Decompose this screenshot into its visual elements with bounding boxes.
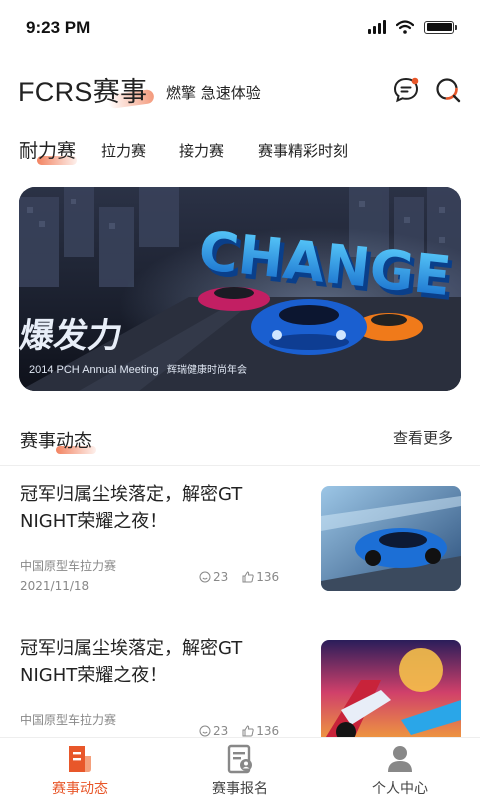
app-header: FCRS赛事 燃擎 急速体验	[0, 66, 480, 114]
message-icon[interactable]	[392, 76, 420, 104]
nav-label: 赛事报名	[212, 781, 268, 797]
news-title: 冠军归属尘埃落定，解密GT NIGHT荣耀之夜！	[20, 638, 243, 686]
tab-endurance[interactable]: 耐力赛	[19, 136, 78, 165]
status-time: 9:23 PM	[26, 18, 91, 37]
news-likes: 136	[242, 570, 279, 584]
tab-rally[interactable]: 拉力赛	[101, 140, 146, 161]
news-icon	[69, 746, 91, 772]
banner-logo-text: 爆发力	[19, 316, 125, 356]
news-likes: 136	[242, 724, 279, 738]
news-source: 中国原型车拉力赛	[20, 713, 117, 727]
news-date: 2021/11/18	[20, 579, 90, 593]
news-comments: 23	[199, 570, 228, 584]
nav-news[interactable]: 赛事动态	[0, 738, 160, 800]
news-thumbnail	[321, 486, 461, 591]
news-title: 冠军归属尘埃落定，解密GT NIGHT荣耀之夜！	[20, 484, 243, 532]
nav-label: 赛事动态	[52, 781, 108, 797]
nav-registration[interactable]: 赛事报名	[160, 738, 320, 800]
registration-icon	[227, 744, 252, 774]
status-bar: 9:23 PM	[0, 0, 480, 56]
search-icon[interactable]	[434, 76, 462, 104]
thumbs-up-icon	[242, 725, 254, 737]
news-source: 中国原型车拉力赛	[20, 559, 117, 573]
tab-relay[interactable]: 接力赛	[179, 140, 224, 161]
promo-banner[interactable]: CHANGE CHANGE 爆发力 2014 PCH Annual Meetin…	[19, 187, 461, 391]
wifi-icon	[396, 20, 414, 34]
view-more-link[interactable]: 查看更多	[393, 427, 453, 448]
news-stats: 23 136	[199, 724, 279, 738]
status-icons	[368, 20, 457, 34]
comment-icon	[199, 725, 211, 737]
banner-image: CHANGE CHANGE 爆发力 2014 PCH Annual Meetin…	[19, 187, 461, 391]
category-tabs: 耐力赛 拉力赛 接力赛 赛事精彩时刻	[0, 134, 480, 170]
battery-icon	[424, 20, 457, 34]
nav-label: 个人中心	[372, 781, 428, 797]
brand-tagline: 燃擎 急速体验	[166, 84, 261, 102]
news-item[interactable]: 冠军归属尘埃落定，解密GT NIGHT荣耀之夜！ 中国原型车拉力赛 2021/1…	[0, 467, 480, 607]
thumbs-up-icon	[242, 571, 254, 583]
section-title: 赛事动态	[20, 427, 96, 454]
user-icon	[388, 746, 412, 772]
banner-subline-2: 辉瑞健康时尚年会	[167, 363, 247, 376]
signal-icon	[368, 20, 386, 34]
news-thumbnail	[321, 640, 461, 745]
news-stats: 23 136	[199, 570, 279, 584]
brand-title: FCRS赛事	[18, 77, 148, 107]
news-comments: 23	[199, 724, 228, 738]
comment-icon	[199, 571, 211, 583]
section-divider	[0, 465, 480, 466]
bottom-nav: 赛事动态 赛事报名 个人中心	[0, 737, 480, 800]
nav-profile[interactable]: 个人中心	[320, 738, 480, 800]
tab-highlights[interactable]: 赛事精彩时刻	[258, 140, 348, 161]
banner-subline: 2014 PCH Annual Meeting	[29, 364, 159, 376]
